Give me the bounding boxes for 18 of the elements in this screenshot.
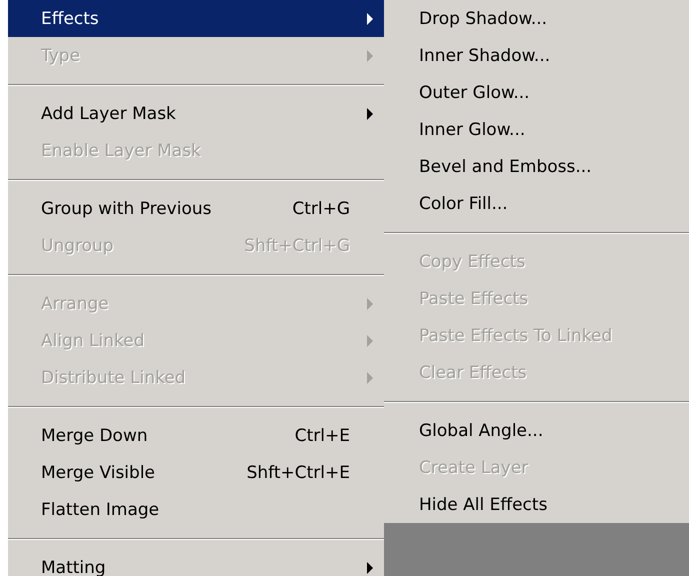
menu-item[interactable]: Matting [8, 549, 384, 576]
shortcut-text: Ctrl+E [294, 426, 350, 446]
menu-item[interactable]: Inner Glow... [384, 111, 689, 148]
menu-item[interactable]: Color Fill... [384, 185, 689, 222]
menu-item[interactable]: Effects [8, 0, 384, 37]
menu-item[interactable]: Drop Shadow... [384, 0, 689, 37]
menu-item[interactable]: Hide All Effects [384, 486, 689, 523]
menu-item[interactable]: Bevel and Emboss... [384, 148, 689, 185]
menu-item[interactable]: Merge Down Ctrl+E [8, 417, 384, 454]
shortcut-text: Ctrl+G [291, 198, 350, 218]
menu-item[interactable]: Inner Shadow... [384, 37, 689, 74]
menu-item[interactable]: Outer Glow... [384, 74, 689, 111]
menu-item[interactable]: Add Layer Mask [8, 95, 384, 132]
menu-item[interactable]: Flatten Image [8, 491, 384, 528]
menu-item[interactable]: Global Angle... [384, 412, 689, 449]
menu-item[interactable]: Group with Previous Ctrl+G [8, 190, 384, 227]
shortcut-text: Shft+Ctrl+E [246, 462, 350, 482]
menu-item[interactable]: Merge Visible Shft+Ctrl+E [8, 454, 384, 491]
